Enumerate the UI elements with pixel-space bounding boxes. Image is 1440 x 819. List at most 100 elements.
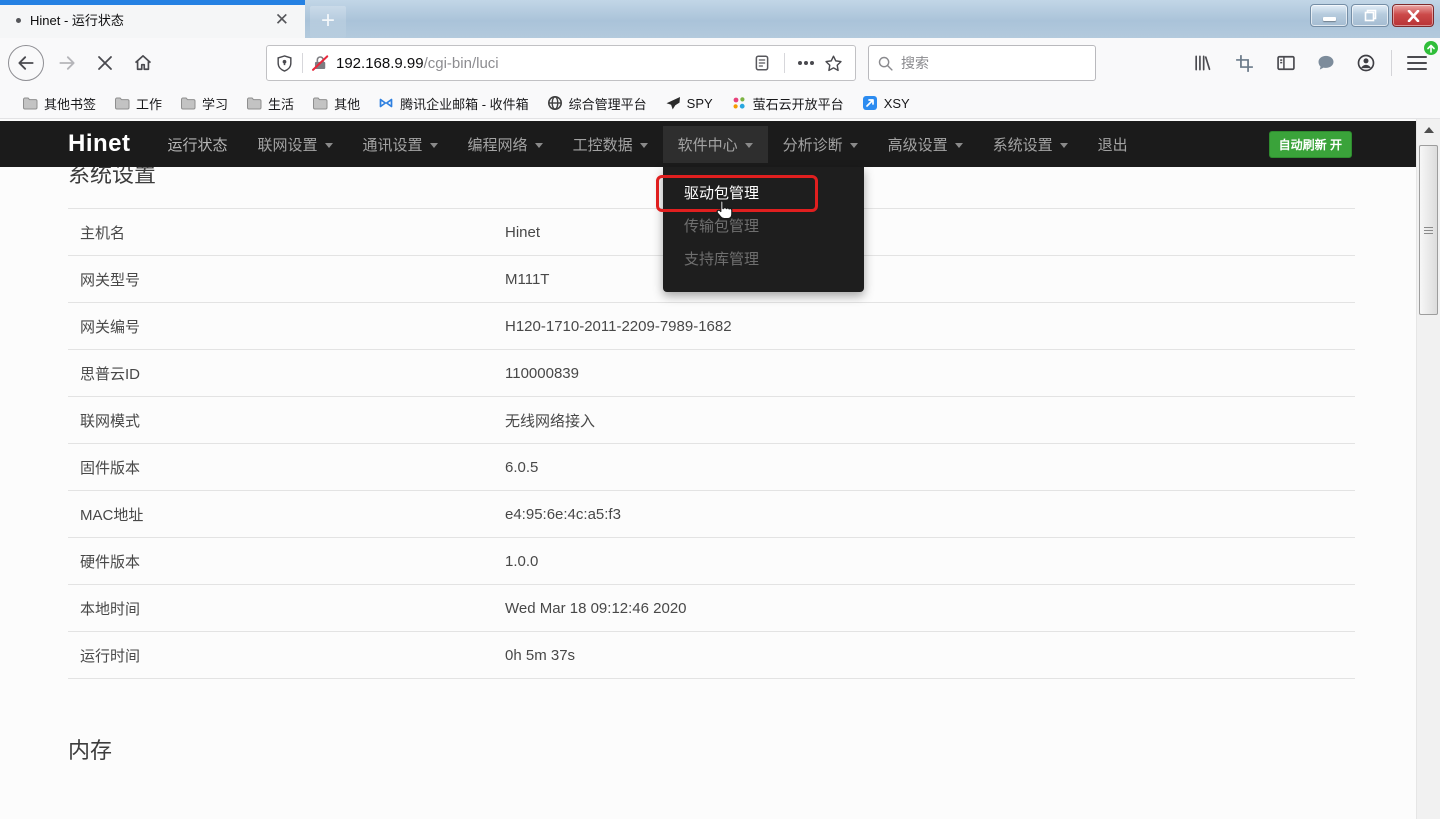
search-input[interactable] [901,55,1087,71]
chevron-down-icon [325,143,333,148]
chevron-down-icon [535,143,543,148]
url-bar[interactable]: 192.168.9.99/cgi-bin/luci [266,45,856,81]
dropdown-item-transfer-package[interactable]: 传输包管理 [663,210,864,243]
folder-icon [180,95,196,111]
crop-icon [1235,54,1254,73]
screenshot-crop-button[interactable] [1227,46,1261,80]
bookmark-ezviz[interactable]: 萤石云开放平台 [723,91,852,116]
bookmark-folder-work[interactable]: 工作 [106,91,170,116]
chevron-down-icon [640,143,648,148]
scrollbar-up-button[interactable] [1417,119,1440,141]
browser-tab[interactable]: Hinet - 运行状态 ✕ [0,0,305,38]
stop-icon [96,54,114,72]
stop-button[interactable] [88,46,122,80]
library-icon [1192,53,1212,73]
account-icon [1356,53,1376,73]
back-icon [16,53,36,73]
dropdown-item-driver-package[interactable]: 驱动包管理 [663,177,864,210]
update-badge-icon [1424,41,1438,55]
home-icon [133,53,153,73]
insecure-lock-icon [311,54,330,73]
forward-icon [57,53,77,73]
vertical-scrollbar[interactable] [1416,119,1440,819]
bookmark-tencent-mail[interactable]: 腾讯企业邮箱 - 收件箱 [370,91,537,116]
ellipsis-icon [797,60,815,66]
bookmark-management-platform[interactable]: 综合管理平台 [539,91,655,116]
home-button[interactable] [126,46,160,80]
url-host: 192.168.9.99 [336,55,424,72]
menu-button[interactable] [1400,46,1434,80]
new-tab-button[interactable]: + [310,6,346,38]
nav-item-system-settings[interactable]: 系统设置 [978,126,1083,163]
nav-item-industrial-data[interactable]: 工控数据 [558,126,663,163]
xsy-icon [862,95,878,111]
table-row: 网关编号H120-1710-2011-2209-7989-1682 [68,302,1355,349]
page-actions-button[interactable] [793,49,819,77]
bookmark-folder-life[interactable]: 生活 [238,91,302,116]
bookmark-spy[interactable]: SPY [657,92,721,114]
app-brand: Hinet [68,130,131,158]
scrollbar-thumb[interactable] [1419,145,1438,315]
folder-icon [246,95,262,111]
nav-item-analysis-diagnosis[interactable]: 分析诊断 [768,126,873,163]
active-tab-indicator [0,0,305,5]
bookmark-folder-misc[interactable]: 其他 [304,91,368,116]
window-restore-button[interactable] [1351,4,1389,27]
chevron-down-icon [430,143,438,148]
table-row: 本地时间Wed Mar 18 09:12:46 2020 [68,584,1355,631]
bookmark-folder-other-bookmarks[interactable]: 其他书签 [14,91,104,116]
auto-refresh-button[interactable]: 自动刷新 开 [1269,131,1352,158]
ezviz-dots-icon [731,95,747,111]
search-icon [877,55,894,72]
urlbar-separator [302,53,303,73]
chat-extension-button[interactable] [1309,46,1343,80]
nav-item-advanced-settings[interactable]: 高级设置 [873,126,978,163]
dropdown-item-support-library[interactable]: 支持库管理 [663,243,864,276]
chevron-down-icon [955,143,963,148]
nav-item-comm-settings[interactable]: 通讯设置 [348,126,453,163]
hamburger-icon [1407,55,1427,71]
table-row: 固件版本6.0.5 [68,443,1355,490]
reader-mode-button[interactable] [748,49,776,77]
chevron-down-icon [1060,143,1068,148]
memory-section-title: 内存 [68,736,1440,766]
tab-title: Hinet - 运行状态 [30,10,269,29]
forward-button[interactable] [50,46,84,80]
page-viewport: Hinet 运行状态 联网设置 通讯设置 编程网络 工控数据 软件中心 分析诊断… [0,120,1440,819]
folder-icon [312,95,328,111]
tracking-shield-icon [275,54,294,73]
chevron-down-icon [745,143,753,148]
tab-close-icon[interactable]: ✕ [269,11,295,28]
bookmark-folder-study[interactable]: 学习 [172,91,236,116]
browser-toolbar: 192.168.9.99/cgi-bin/luci [0,38,1440,88]
url-path: /cgi-bin/luci [424,55,499,72]
close-icon [1407,10,1420,22]
nav-item-running-status[interactable]: 运行状态 [153,126,243,163]
table-row: 联网模式无线网络接入 [68,396,1355,443]
software-center-dropdown: 驱动包管理 传输包管理 支持库管理 [663,167,864,292]
reader-mode-icon [753,54,771,72]
search-bar[interactable] [868,45,1096,81]
bookmark-star-button[interactable] [819,49,847,77]
window-close-button[interactable] [1392,4,1434,27]
nav-item-software-center[interactable]: 软件中心 [663,126,768,163]
sidebar-icon [1276,53,1296,73]
nav-item-network-settings[interactable]: 联网设置 [243,126,348,163]
urlbar-separator2 [784,53,785,73]
nav-item-logout[interactable]: 退出 [1083,126,1143,163]
back-button[interactable] [8,45,44,81]
window-minimize-button[interactable] [1310,4,1348,27]
scroll-up-icon [1424,127,1434,133]
library-button[interactable] [1185,46,1219,80]
bookmark-xsy[interactable]: XSY [854,92,918,114]
globe-icon [547,95,563,111]
folder-icon [114,95,130,111]
account-button[interactable] [1349,46,1383,80]
restore-icon [1364,9,1377,22]
nav-item-programming-network[interactable]: 编程网络 [453,126,558,163]
scrollbar-grip-icon [1424,227,1433,236]
tab-favicon [16,18,21,23]
toolbar-separator [1391,50,1392,76]
window-titlebar: Hinet - 运行状态 ✕ + [0,0,1440,38]
sidebar-toggle-button[interactable] [1269,46,1303,80]
